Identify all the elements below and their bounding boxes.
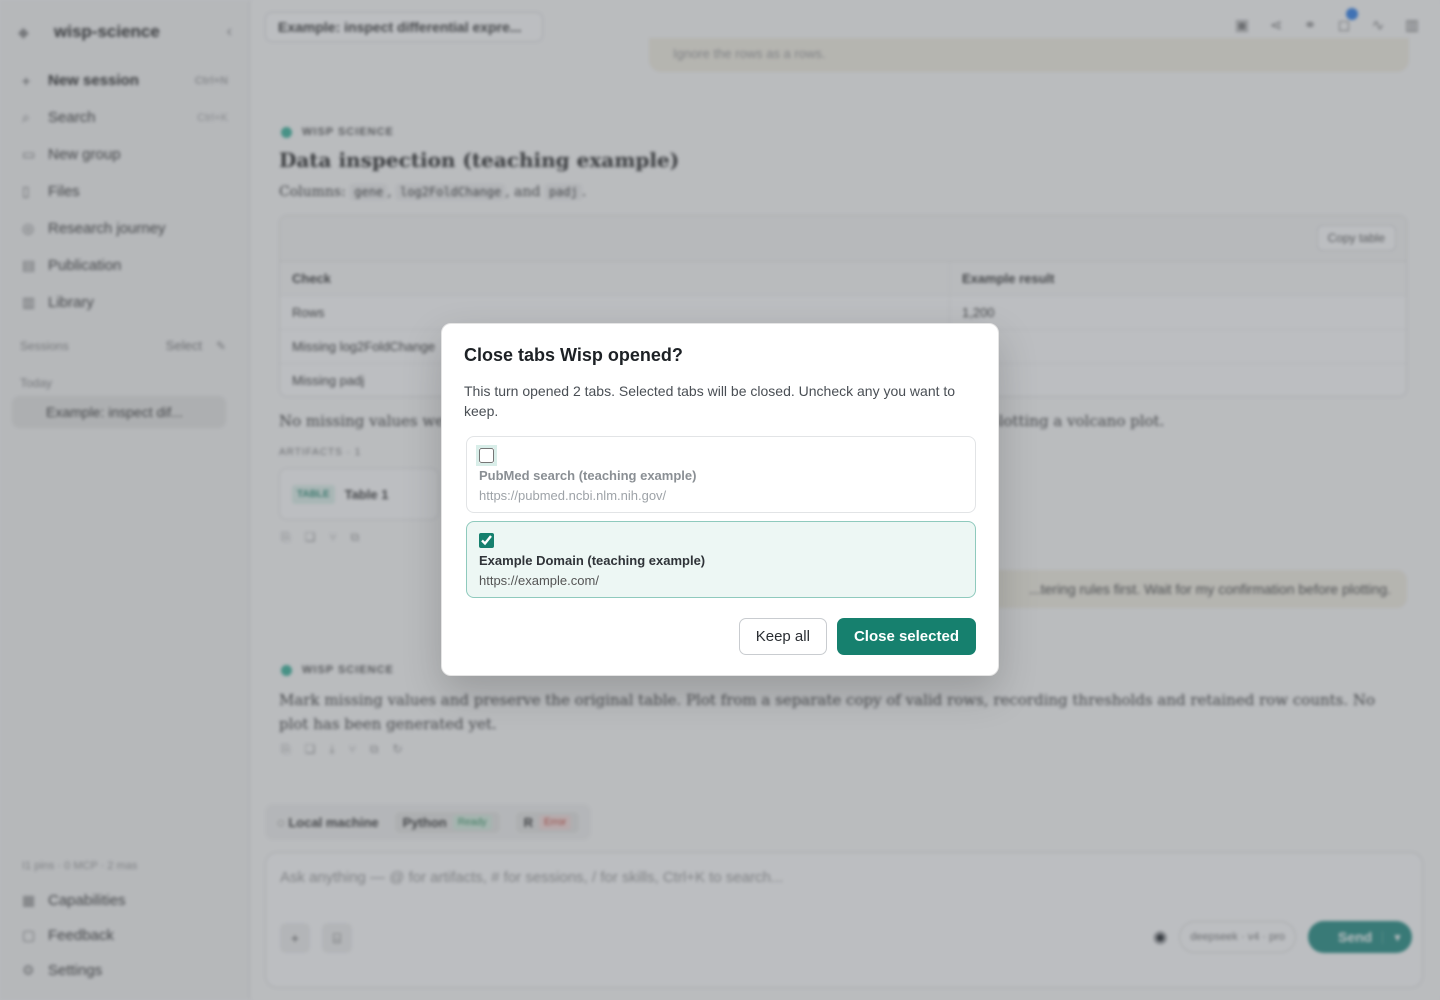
close-tabs-dialog: Close tabs Wisp opened? This turn opened… — [441, 323, 999, 676]
tab-checkbox[interactable] — [479, 533, 494, 548]
dialog-actions: Keep all Close selected — [738, 618, 976, 655]
dialog-description: This turn opened 2 tabs. Selected tabs w… — [464, 383, 956, 419]
keep-all-button[interactable]: Keep all — [738, 618, 827, 655]
tab-option-url: https://pubmed.ncbi.nlm.nih.gov/ — [479, 488, 667, 503]
dialog-title: Close tabs Wisp opened? — [464, 345, 683, 365]
tab-checkbox[interactable] — [476, 445, 497, 466]
tab-option-pubmed[interactable]: PubMed search (teaching example) https:/… — [466, 436, 976, 513]
close-selected-button[interactable]: Close selected — [836, 618, 976, 655]
tab-option-name: Example Domain (teaching example) — [479, 553, 706, 568]
tab-option-example-domain[interactable]: Example Domain (teaching example) https:… — [466, 521, 976, 598]
tab-option-name: PubMed search (teaching example) — [479, 468, 697, 483]
tab-option-url: https://example.com/ — [479, 573, 599, 588]
